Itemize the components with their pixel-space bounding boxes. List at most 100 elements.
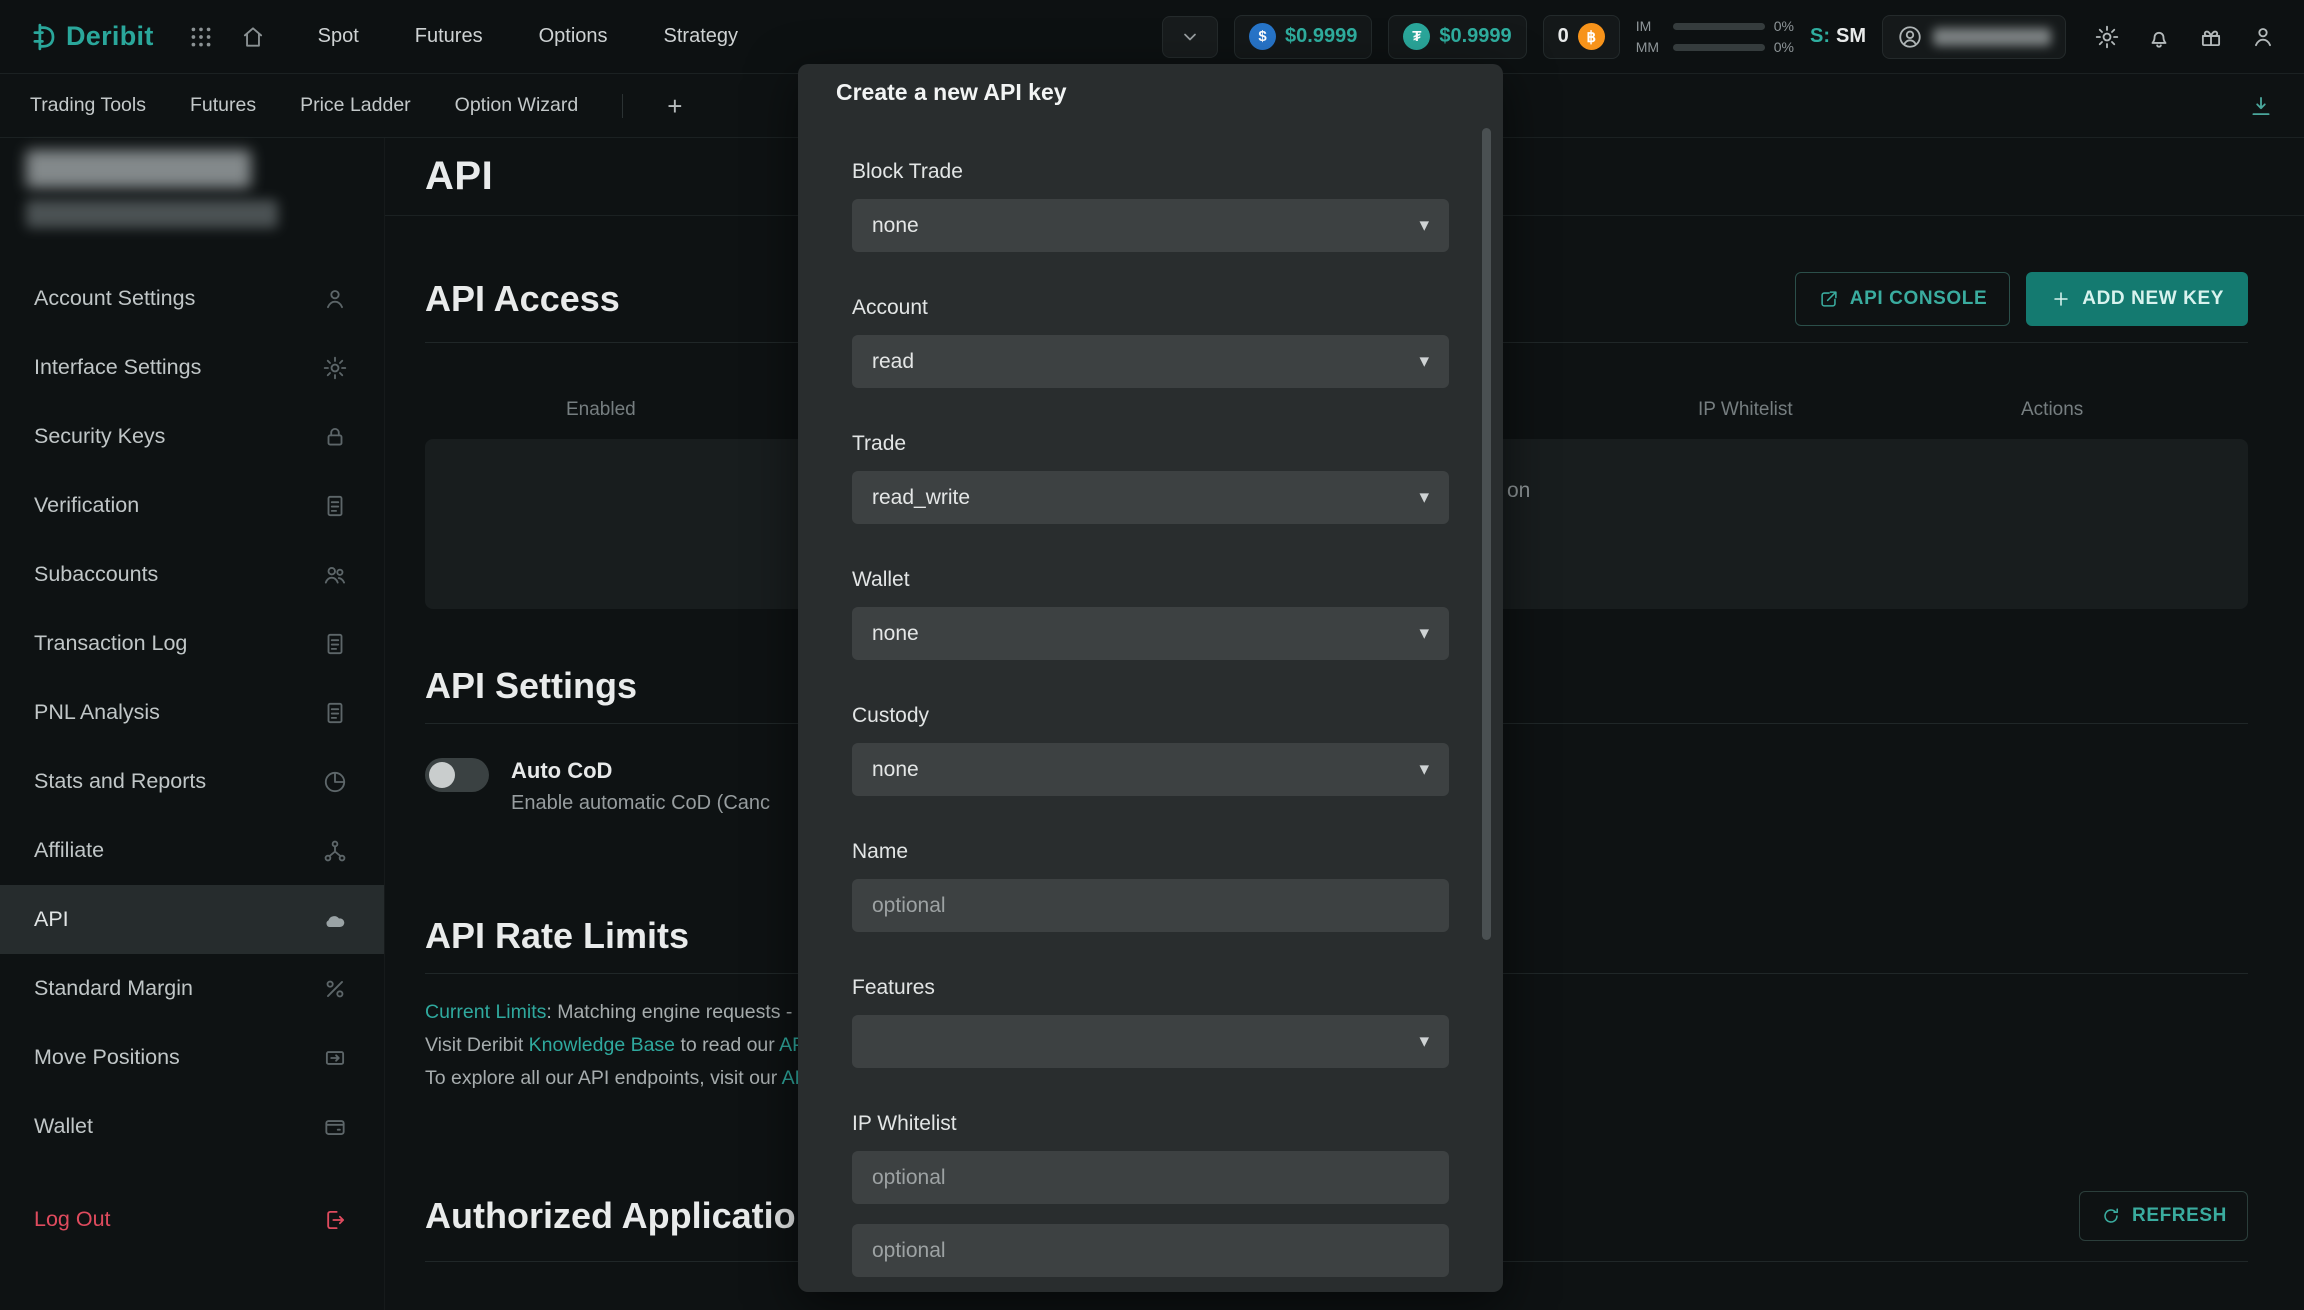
account-chip[interactable]: [1882, 15, 2066, 59]
sidebar-item-label: Wallet: [34, 1114, 93, 1139]
download-layout-icon[interactable]: [2248, 93, 2274, 119]
toggle-knob: [429, 762, 455, 788]
deribit-logo[interactable]: Deribit: [28, 21, 154, 52]
tab-divider: [622, 94, 623, 118]
modal-scrollbar[interactable]: [1482, 128, 1491, 940]
current-limits-link[interactable]: Current Limits: [425, 1001, 546, 1023]
sidebar-item-wallet[interactable]: Wallet: [0, 1092, 384, 1161]
select-value: read_write: [872, 486, 970, 510]
tab-option-wizard[interactable]: Option Wizard: [455, 94, 579, 117]
sidebar-item-account-settings[interactable]: Account Settings: [0, 264, 384, 333]
navbar-right: $ $0.9999 ₮ $0.9999 0 ฿ IM 0% MM 0% S: S: [1162, 15, 2276, 59]
sidebar-item-label: Security Keys: [34, 424, 165, 449]
field-label: Wallet: [852, 568, 1449, 592]
tab-futures[interactable]: Futures: [190, 94, 256, 117]
name-input[interactable]: [852, 879, 1449, 932]
tab-price-ladder[interactable]: Price Ladder: [300, 94, 411, 117]
session-prefix: S:: [1810, 25, 1830, 48]
sidebar-item-security-keys[interactable]: Security Keys: [0, 402, 384, 471]
select-value: none: [872, 214, 919, 238]
knowledge-base-link[interactable]: Knowledge Base: [529, 1034, 675, 1056]
wallet-select[interactable]: none ▾: [852, 607, 1449, 660]
field-label: Trade: [852, 432, 1449, 456]
field-features: Features ▾: [852, 976, 1449, 1068]
add-tab-button[interactable]: +: [667, 93, 682, 119]
mm-row: MM 0%: [1636, 39, 1794, 55]
sidebar-item-standard-margin[interactable]: Standard Margin: [0, 954, 384, 1023]
balance-chip-tether[interactable]: ₮ $0.9999: [1388, 15, 1526, 59]
sidebar-item-label: Account Settings: [34, 286, 195, 311]
affiliate-icon: [322, 838, 348, 864]
field-ip-whitelist-2: [852, 1224, 1449, 1277]
column-ip-whitelist: IP Whitelist: [1698, 399, 1793, 421]
pie-chart-icon: [322, 769, 348, 795]
balance-chip-bitcoin[interactable]: 0 ฿: [1543, 15, 1620, 59]
api-console-button[interactable]: API CONSOLE: [1795, 272, 2011, 326]
block-trade-select[interactable]: none ▾: [852, 199, 1449, 252]
gear-icon[interactable]: [2094, 24, 2120, 50]
menu-item-spot[interactable]: Spot: [318, 25, 359, 48]
user-icon[interactable]: [2250, 24, 2276, 50]
refresh-button[interactable]: REFRESH: [2079, 1191, 2248, 1241]
mm-percent: 0%: [1774, 39, 1794, 55]
refresh-icon: [2100, 1205, 2122, 1227]
field-block-trade: Block Trade none ▾: [852, 160, 1449, 252]
menu-item-strategy[interactable]: Strategy: [664, 25, 738, 48]
column-actions: Actions: [2021, 399, 2083, 421]
select-value: read: [872, 350, 914, 374]
logout-button[interactable]: Log Out: [0, 1185, 384, 1254]
sidebar-item-pnl-analysis[interactable]: PNL Analysis: [0, 678, 384, 747]
features-select[interactable]: ▾: [852, 1015, 1449, 1068]
balance-chip-usd[interactable]: $ $0.9999: [1234, 15, 1372, 59]
trade-select[interactable]: read_write ▾: [852, 471, 1449, 524]
rate-line-2-text: Visit Deribit: [425, 1034, 529, 1056]
sidebar-item-label: API: [34, 907, 69, 932]
logout-icon: [322, 1207, 348, 1233]
custody-select[interactable]: none ▾: [852, 743, 1449, 796]
sidebar-item-affiliate[interactable]: Affiliate: [0, 816, 384, 885]
add-new-key-button[interactable]: ADD NEW KEY: [2026, 272, 2248, 326]
account-select[interactable]: read ▾: [852, 335, 1449, 388]
sidebar-item-label: Move Positions: [34, 1045, 180, 1070]
menu-item-options[interactable]: Options: [539, 25, 608, 48]
apps-grid-icon[interactable]: [188, 24, 214, 50]
sidebar-item-subaccounts[interactable]: Subaccounts: [0, 540, 384, 609]
menu-item-futures[interactable]: Futures: [415, 25, 483, 48]
field-label: Features: [852, 976, 1449, 1000]
tab-trading-tools[interactable]: Trading Tools: [30, 94, 146, 117]
deribit-logo-icon: [28, 22, 58, 52]
document-icon: [322, 700, 348, 726]
logout-label: Log Out: [34, 1207, 111, 1232]
select-value: none: [872, 622, 919, 646]
sidebar-item-label: Subaccounts: [34, 562, 158, 587]
field-account: Account read ▾: [852, 296, 1449, 388]
sidebar-item-stats-and-reports[interactable]: Stats and Reports: [0, 747, 384, 816]
mm-label: MM: [1636, 39, 1664, 55]
document-icon: [322, 631, 348, 657]
rate-line-3-text: To explore all our API endpoints, visit …: [425, 1067, 782, 1089]
external-link-icon: [1818, 288, 1840, 310]
field-label: Custody: [852, 704, 1449, 728]
sidebar-item-interface-settings[interactable]: Interface Settings: [0, 333, 384, 402]
im-label: IM: [1636, 18, 1664, 34]
percent-icon: [322, 976, 348, 1002]
sidebar-item-transaction-log[interactable]: Transaction Log: [0, 609, 384, 678]
bell-icon[interactable]: [2146, 24, 2172, 50]
wallet-icon: [322, 1114, 348, 1140]
ip-whitelist-input-2[interactable]: [852, 1224, 1449, 1277]
tether-icon: ₮: [1403, 23, 1430, 50]
sidebar-item-label: Stats and Reports: [34, 769, 206, 794]
username-redacted: [26, 150, 251, 188]
sidebar-item-api[interactable]: API: [0, 885, 384, 954]
balance-value: $0.9999: [1285, 25, 1357, 48]
ip-whitelist-input[interactable]: [852, 1151, 1449, 1204]
cloud-icon: [322, 907, 348, 933]
home-icon[interactable]: [240, 24, 266, 50]
collapse-dropdown-button[interactable]: [1162, 16, 1218, 58]
sidebar-item-move-positions[interactable]: Move Positions: [0, 1023, 384, 1092]
sidebar-item-verification[interactable]: Verification: [0, 471, 384, 540]
rate-line-1-text: : Matching engine requests - 5/: [546, 1001, 814, 1023]
auto-cod-toggle[interactable]: [425, 758, 489, 792]
rewards-gift-icon[interactable]: [2198, 24, 2224, 50]
bitcoin-icon: ฿: [1578, 23, 1605, 50]
